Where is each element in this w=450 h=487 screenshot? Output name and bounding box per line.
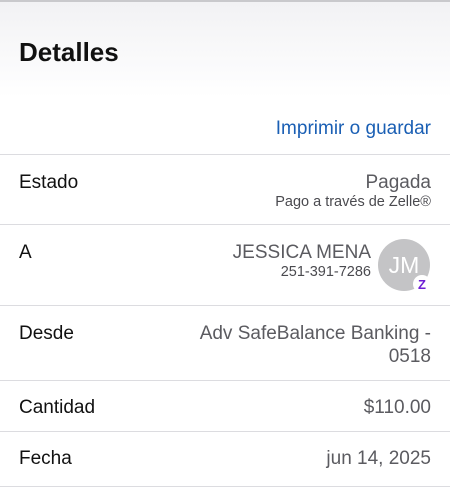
from-label: Desde bbox=[19, 323, 74, 344]
from-account-line1: Adv SafeBalance Banking - bbox=[199, 323, 431, 344]
amount-row: Cantidad $110.00 bbox=[0, 380, 450, 432]
date-value: jun 14, 2025 bbox=[326, 448, 431, 469]
amount-value: $110.00 bbox=[363, 397, 431, 418]
status-label: Estado bbox=[19, 172, 79, 193]
recipient-label: A bbox=[19, 242, 32, 263]
from-account-line2: 0518 bbox=[388, 346, 431, 367]
page-title: Detalles bbox=[19, 37, 119, 67]
recipient-name: JESSICA MENA bbox=[232, 242, 371, 263]
header: Detalles bbox=[0, 2, 450, 98]
date-row: Fecha jun 14, 2025 bbox=[0, 431, 450, 487]
zelle-icon: Z bbox=[413, 275, 431, 293]
status-row: Estado Pagada Pago a través de Zelle® bbox=[0, 154, 450, 225]
recipient-row: A JESSICA MENA 251-391-7286 JM Z bbox=[0, 224, 450, 306]
status-value: Pagada bbox=[365, 172, 431, 193]
avatar-initials: JM bbox=[388, 251, 420, 278]
from-row: Desde Adv SafeBalance Banking - 0518 bbox=[0, 305, 450, 381]
print-or-save-link[interactable]: Imprimir o guardar bbox=[276, 118, 431, 140]
payment-method-note: Pago a través de Zelle® bbox=[275, 194, 431, 210]
date-label: Fecha bbox=[19, 448, 72, 469]
amount-label: Cantidad bbox=[19, 397, 96, 418]
recipient-phone: 251-391-7286 bbox=[280, 264, 371, 280]
